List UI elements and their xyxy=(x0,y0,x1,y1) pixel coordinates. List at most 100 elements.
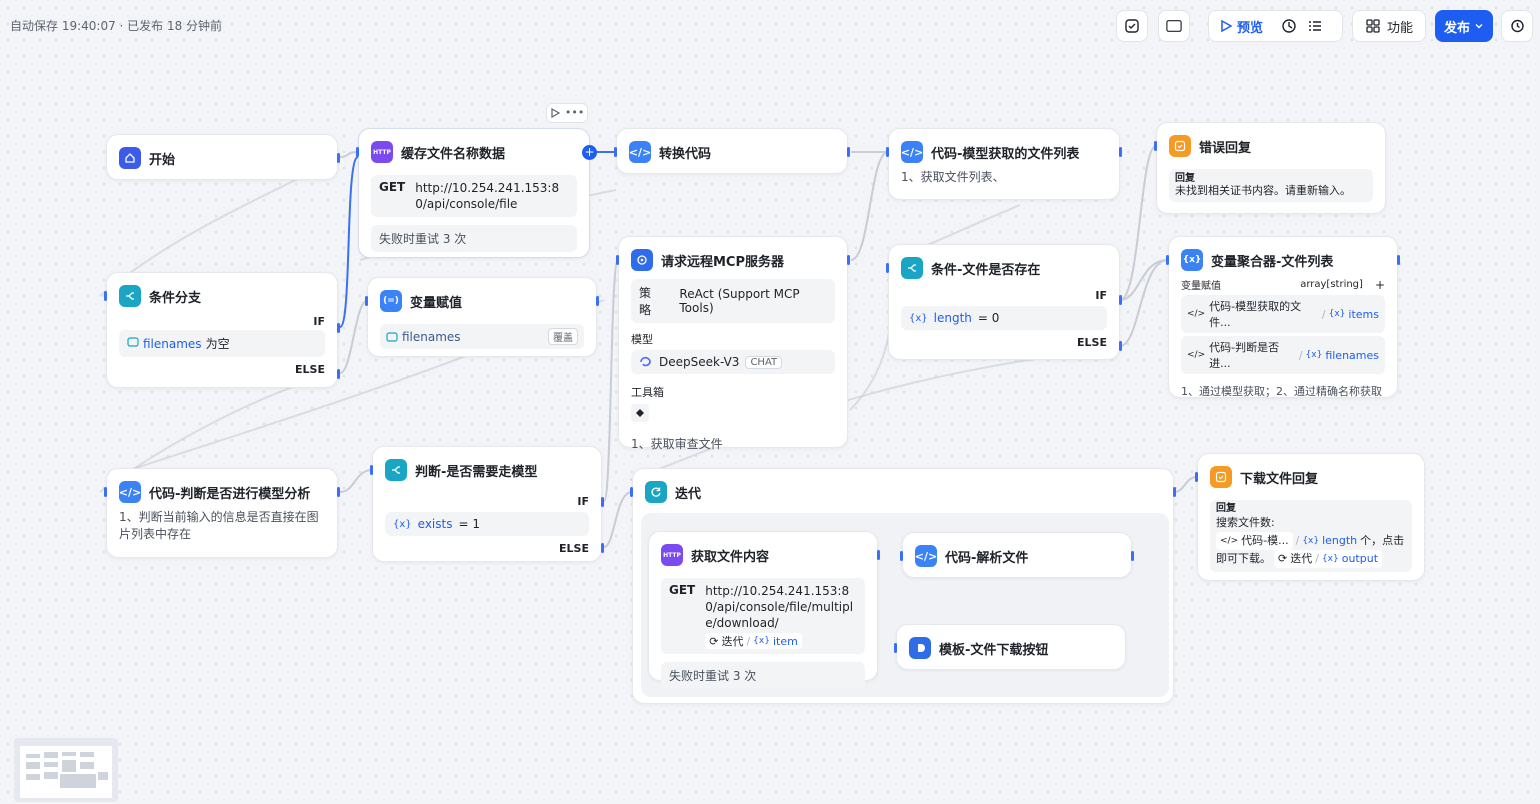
input-port[interactable] xyxy=(370,465,373,475)
input-port[interactable] xyxy=(1154,141,1157,151)
input-port[interactable] xyxy=(900,551,903,561)
condition-operator: = 1 xyxy=(458,517,480,531)
input-port[interactable] xyxy=(1195,472,1198,482)
branch-icon xyxy=(119,285,141,307)
variable-icon: {x} xyxy=(1321,554,1339,564)
input-port[interactable] xyxy=(614,147,617,157)
overwrite-badge: 覆盖 xyxy=(548,328,578,345)
reply-label: 回复 xyxy=(1175,173,1195,184)
node-cache-filenames[interactable]: HTTP 缓存文件名称数据 GET http://10.254.241.153:… xyxy=(356,128,597,258)
output-port[interactable] xyxy=(1173,487,1176,497)
node-title: 开始 xyxy=(149,152,176,168)
node-convert-code[interactable]: </> 转换代码 xyxy=(614,128,850,174)
input-port[interactable] xyxy=(886,147,889,157)
model-label: 模型 xyxy=(631,333,653,346)
node-variable-assign[interactable]: (=) 变量赋值 filenames 覆盖 xyxy=(365,277,599,357)
code-icon: </> xyxy=(629,141,651,163)
node-judge-model[interactable]: 判断-是否需要走模型 IF {x} exists = 1 ELSE xyxy=(370,446,604,562)
reply-label: 回复 xyxy=(1216,503,1236,514)
output-port[interactable] xyxy=(596,296,599,306)
aggregator-row: </> 代码-模型获取的文件... / {x} items xyxy=(1181,295,1385,333)
else-output-port[interactable] xyxy=(601,543,604,553)
node-title: 代码-判断是否进行模型分析 xyxy=(149,486,311,502)
node-title: 条件-文件是否存在 xyxy=(931,262,1041,278)
row-source: 代码-模型获取的文件... xyxy=(1209,300,1302,329)
variable-icon: {x} xyxy=(909,312,928,324)
reply-icon xyxy=(1210,466,1232,488)
if-output-port[interactable] xyxy=(601,497,604,507)
output-port[interactable] xyxy=(1119,147,1122,157)
if-output-port[interactable] xyxy=(1119,295,1122,305)
condition-box: {x} exists = 1 xyxy=(385,512,589,536)
node-description: 1、获取审查文件 xyxy=(631,437,723,451)
input-port[interactable] xyxy=(630,487,633,497)
output-port[interactable] xyxy=(1131,551,1134,561)
if-label: IF xyxy=(577,495,589,508)
node-title: 请求远程MCP服务器 xyxy=(661,254,785,270)
node-title: 变量聚合器-文件列表 xyxy=(1211,254,1334,270)
input-port[interactable] xyxy=(616,255,619,265)
else-label: ELSE xyxy=(559,542,589,555)
output-port[interactable] xyxy=(1397,255,1400,265)
output-port[interactable] xyxy=(877,550,880,560)
agent-icon xyxy=(631,249,653,271)
variable-icon xyxy=(386,331,398,343)
row-variable: filenames xyxy=(1325,348,1379,362)
minimap[interactable] xyxy=(14,738,118,802)
output-port[interactable] xyxy=(337,487,340,497)
output-port[interactable] xyxy=(847,255,850,265)
node-condition-branch[interactable]: 条件分支 IF filenames 为空 ELSE xyxy=(104,272,340,388)
model-row: DeepSeek-V3 CHAT xyxy=(631,350,835,374)
http-request-box: GET http://10.254.241.153:80/api/console… xyxy=(661,578,865,654)
condition-variable: exists xyxy=(417,517,453,531)
node-title: 缓存文件名称数据 xyxy=(401,146,506,162)
node-mcp-server[interactable]: 请求远程MCP服务器 策略 ReAct (Support MCP Tools) … xyxy=(616,236,850,451)
input-port[interactable] xyxy=(365,296,368,306)
if-output-port[interactable] xyxy=(337,323,340,333)
row-variable: items xyxy=(1348,307,1379,321)
if-label: IF xyxy=(1095,289,1107,302)
var-chip: </> 代码-模... xyxy=(1216,532,1293,550)
tool-icon xyxy=(631,404,649,422)
variable-icon: {x} xyxy=(1328,309,1346,319)
reply-text: 即可下载。 xyxy=(1216,552,1271,565)
variable-icon: {x} xyxy=(1305,350,1323,360)
node-fetch-file-content[interactable]: HTTP 获取文件内容 GET http://10.254.241.153:80… xyxy=(648,531,880,689)
node-variable-aggregator[interactable]: {x} 变量聚合器-文件列表 变量赋值 array[string] + </> … xyxy=(1166,236,1400,398)
node-title: 判断-是否需要走模型 xyxy=(415,464,538,480)
node-parse-file[interactable]: </> 代码-解析文件 xyxy=(900,532,1134,578)
input-port[interactable] xyxy=(894,643,897,653)
code-icon: </> xyxy=(1220,536,1239,546)
node-template-download[interactable]: 模板-文件下载按钮 xyxy=(894,624,1126,670)
variable-icon xyxy=(127,336,139,351)
node-download-reply[interactable]: 下载文件回复 回复 搜索文件数: </> 代码-模... / {x} lengt… xyxy=(1195,453,1425,581)
node-judge-analysis[interactable]: </> 代码-判断是否进行模型分析 1、判断当前输入的信息是否直接在图片列表中存… xyxy=(104,468,340,558)
run-node-icon[interactable] xyxy=(550,108,560,118)
condition-box: {x} length = 0 xyxy=(901,306,1107,330)
input-port[interactable] xyxy=(886,263,889,273)
output-port[interactable] xyxy=(847,147,850,157)
condition-operator: = 0 xyxy=(977,311,1000,325)
more-icon[interactable]: ••• xyxy=(565,107,584,118)
input-port[interactable] xyxy=(104,487,107,497)
code-icon: </> xyxy=(1187,309,1206,319)
output-port[interactable] xyxy=(337,153,340,163)
else-output-port[interactable] xyxy=(1119,341,1122,351)
input-port[interactable] xyxy=(356,147,359,157)
node-title: 转换代码 xyxy=(659,146,712,162)
node-file-exists[interactable]: 条件-文件是否存在 IF {x} length = 0 ELSE xyxy=(886,244,1122,360)
home-icon xyxy=(119,147,141,169)
else-output-port[interactable] xyxy=(337,369,340,379)
condition-operator: 为空 xyxy=(205,337,230,351)
node-model-file-list[interactable]: </> 代码-模型获取的文件列表 1、获取文件列表、 xyxy=(886,128,1122,200)
input-port[interactable] xyxy=(1166,255,1169,265)
node-start[interactable]: 开始 xyxy=(106,134,340,180)
input-port[interactable] xyxy=(104,291,107,301)
add-var-icon[interactable]: + xyxy=(1375,278,1385,292)
if-label: IF xyxy=(313,315,325,328)
node-error-reply[interactable]: 错误回复 回复 未找到相关证书内容。请重新输入。 xyxy=(1154,122,1386,214)
add-node-icon[interactable]: + xyxy=(582,145,597,160)
node-title: 模板-文件下载按钮 xyxy=(939,642,1049,658)
loop-icon: ⟳ xyxy=(1278,552,1288,565)
assign-icon: (=) xyxy=(380,290,402,312)
